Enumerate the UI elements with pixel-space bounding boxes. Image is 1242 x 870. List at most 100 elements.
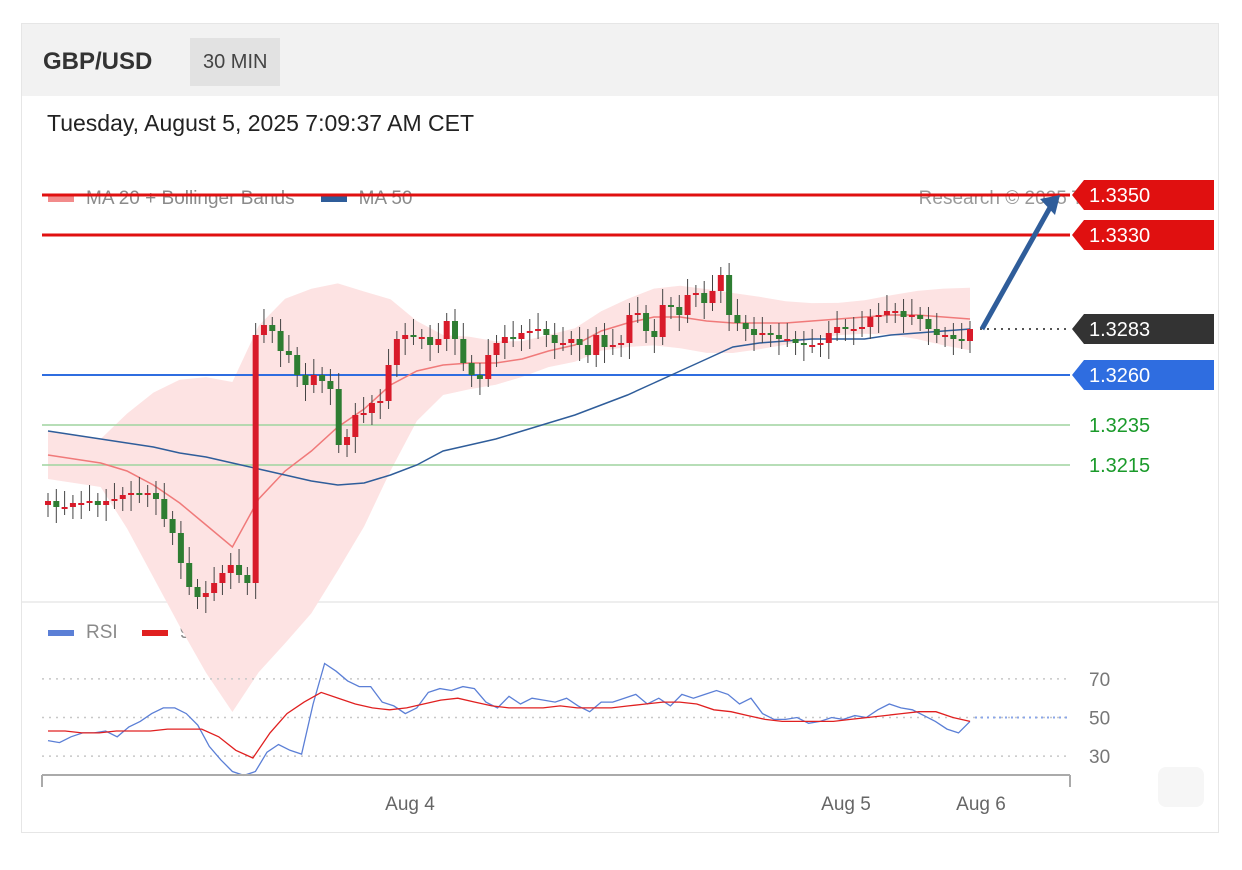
candle-body	[726, 275, 733, 315]
candle-body	[601, 335, 608, 347]
candle-body	[692, 293, 699, 295]
candle-body	[177, 533, 184, 563]
candle-body	[850, 329, 857, 331]
candle-body	[211, 583, 218, 593]
candle-body	[86, 501, 93, 503]
candle-body	[559, 343, 566, 345]
candle-body	[859, 327, 866, 329]
candle-body	[518, 333, 525, 339]
candle-body	[626, 315, 633, 343]
candle-body	[119, 495, 126, 499]
candle-body	[659, 305, 666, 337]
candle-body	[476, 375, 483, 379]
candle-body	[917, 315, 924, 319]
candle-body	[260, 325, 267, 335]
candle-body	[152, 493, 159, 499]
candle-body	[634, 313, 641, 315]
candle-body	[310, 375, 317, 385]
candle-body	[958, 339, 965, 341]
candle-body	[908, 315, 915, 317]
forecast-arrow-shaft	[979, 202, 1055, 331]
candle-body	[800, 343, 807, 345]
candle-body	[775, 335, 782, 339]
candle-body	[867, 317, 874, 327]
candle-body	[742, 323, 749, 329]
candle-body	[252, 335, 259, 583]
candle-body	[709, 291, 716, 303]
candle-body	[344, 437, 351, 445]
candle-body	[327, 381, 334, 389]
candle-body	[186, 563, 193, 587]
bollinger-band-area	[48, 283, 970, 712]
candle-body	[535, 329, 542, 331]
candle-body	[335, 389, 342, 445]
x-axis-label: Aug 6	[956, 794, 1006, 815]
candle-body	[460, 339, 467, 363]
candle-body	[825, 333, 832, 343]
candle-body	[360, 413, 367, 415]
ma9-line	[48, 691, 971, 759]
candle-body	[294, 355, 301, 375]
candle-body	[584, 345, 591, 355]
candle-body	[219, 573, 226, 583]
candle-body	[128, 493, 135, 495]
candle-body	[319, 375, 326, 381]
level-label-1-3330: 1.3330	[1089, 225, 1150, 247]
candle-body	[427, 337, 434, 345]
candle-body	[809, 345, 816, 347]
chart-canvas: 1.3350 1.3330 1.3283 1.3260 1.3235 1.3215 70 50…	[41, 180, 1214, 815]
candle-body	[759, 333, 766, 335]
candle-body	[667, 305, 674, 307]
candle-body	[418, 337, 425, 339]
candle-body	[842, 327, 849, 329]
candle-body	[227, 565, 234, 573]
candle-body	[950, 335, 957, 339]
level-label-1-3215: 1.3215	[1089, 455, 1150, 477]
candle-body	[501, 337, 508, 343]
rsi-tick-label: 30	[1089, 747, 1110, 768]
candle-body	[443, 321, 450, 339]
candle-body	[144, 493, 151, 495]
candle-body	[643, 313, 650, 331]
candle-body	[45, 501, 51, 505]
candle-body	[111, 499, 118, 501]
candle-body	[593, 335, 600, 355]
candle-body	[377, 401, 384, 403]
candle-body	[875, 315, 882, 317]
candle-body	[402, 335, 409, 339]
candle-body	[236, 565, 243, 575]
candle-body	[285, 351, 292, 355]
candle-body	[925, 319, 932, 329]
candle-body	[684, 295, 691, 315]
candle-body	[53, 501, 60, 507]
x-axis-label: Aug 5	[821, 794, 871, 815]
candle-body	[277, 331, 284, 351]
candle-body	[576, 339, 583, 345]
candle-body	[551, 335, 558, 343]
candle-body	[435, 339, 442, 345]
candle-body	[269, 325, 276, 331]
candle-body	[568, 339, 575, 343]
candle-body	[817, 343, 824, 345]
candle-body	[103, 501, 110, 505]
level-label-1-3283: 1.3283	[1089, 319, 1150, 341]
candle-body	[94, 501, 101, 505]
candle-body	[61, 507, 68, 509]
candle-body	[618, 343, 625, 345]
candle-body	[493, 343, 500, 355]
level-label-1-3260: 1.3260	[1089, 365, 1150, 387]
rsi-tick-label: 50	[1089, 709, 1110, 730]
bollinger-band	[48, 283, 970, 712]
candle-body	[701, 293, 708, 303]
candle-body	[136, 493, 143, 495]
candle-body	[651, 331, 658, 337]
candle-body	[834, 327, 841, 333]
x-axis-label: Aug 4	[385, 794, 435, 815]
candle-body	[161, 499, 168, 519]
candle-body	[892, 311, 899, 313]
candle-body	[368, 403, 375, 413]
candle-body	[543, 329, 550, 335]
rsi-tick-label: 70	[1089, 670, 1110, 691]
candle-body	[485, 355, 492, 379]
candle-body	[244, 575, 251, 583]
